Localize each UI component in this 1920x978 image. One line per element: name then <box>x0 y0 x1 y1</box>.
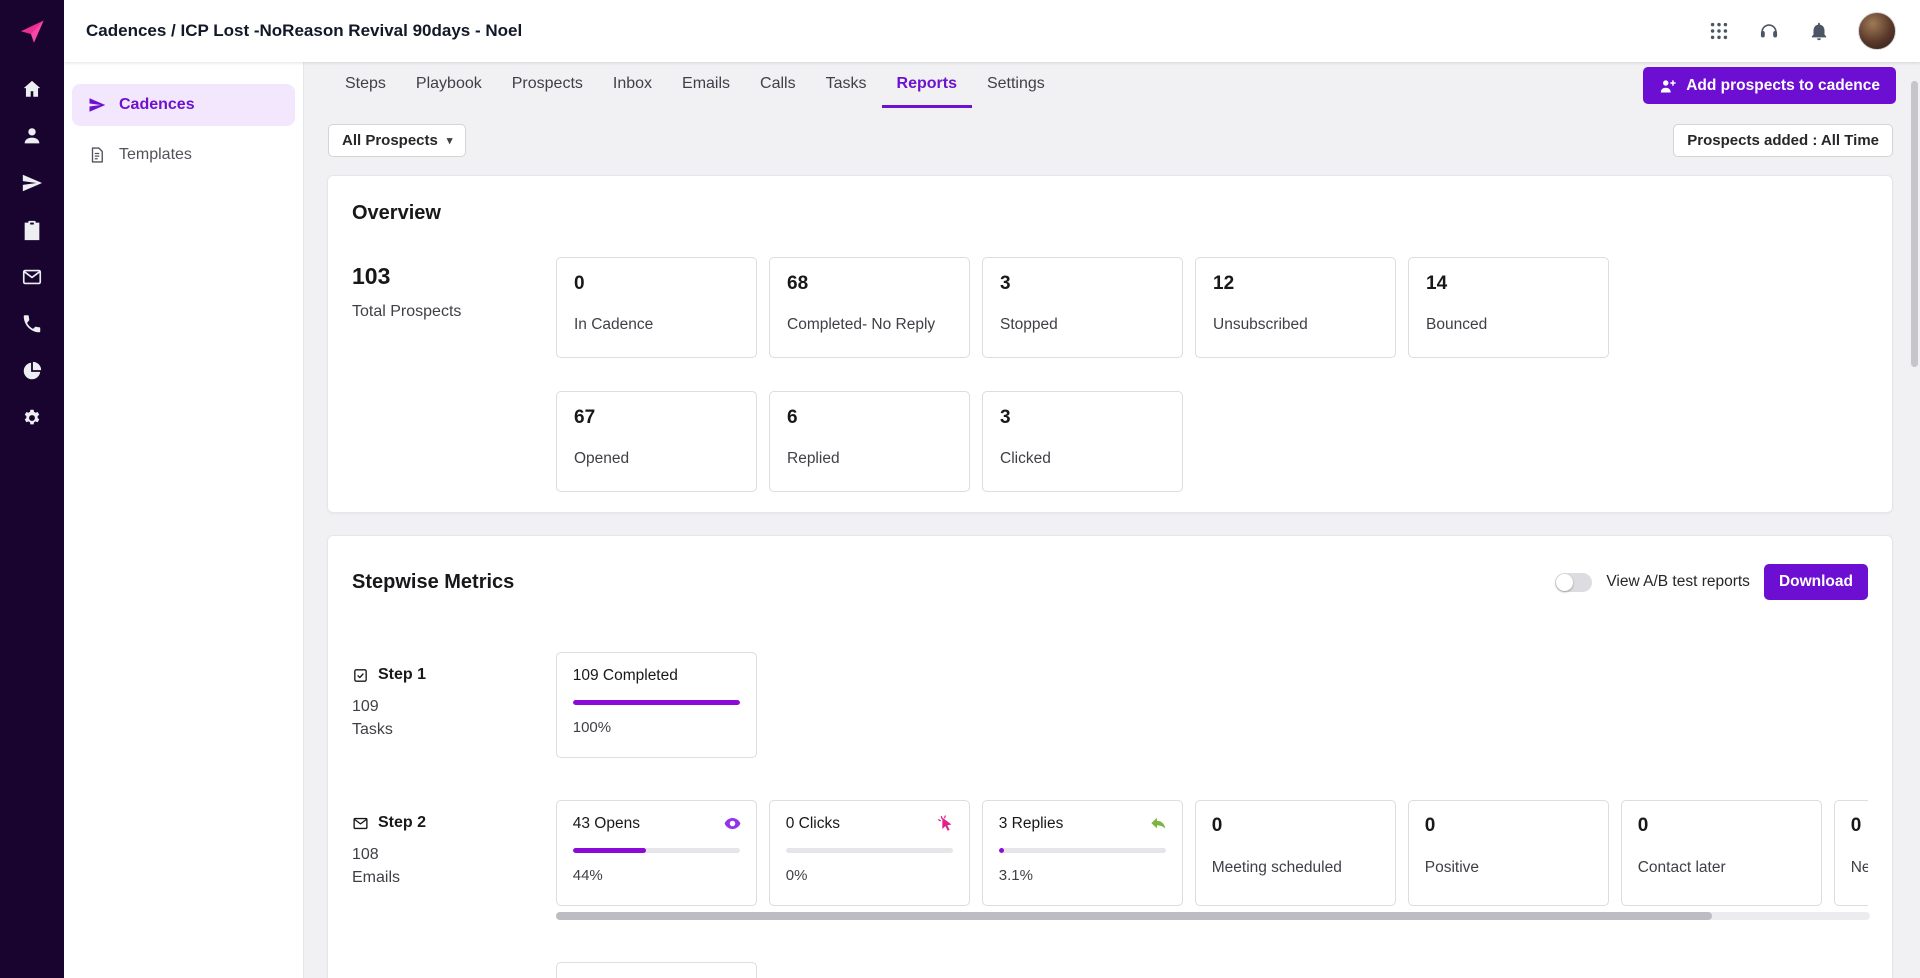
filter-row: All Prospects ▾ Prospects added : All Ti… <box>304 124 1920 157</box>
time-filter-button[interactable]: Prospects added : All Time <box>1673 124 1893 157</box>
tab-calls[interactable]: Calls <box>745 62 811 108</box>
stat-tile-replied: 6 Replied <box>769 391 970 492</box>
step-3-row-partial <box>352 962 1868 978</box>
metrics-horizontal-scrollbar <box>556 912 1870 920</box>
step-2-info: Step 2 108 Emails <box>352 800 556 906</box>
notifications-bell-icon[interactable] <box>1808 20 1830 42</box>
total-prospects-label: Total Prospects <box>352 303 556 321</box>
vertical-scrollbar-thumb[interactable] <box>1911 81 1918 367</box>
stat-tile-stopped: 3 Stopped <box>982 257 1183 358</box>
eye-icon <box>723 814 742 838</box>
step-2-metrics: 43 Opens 44% 0 Clicks 0% 3 Replies 3.1% <box>556 800 1868 906</box>
reports-icon[interactable] <box>21 360 43 382</box>
person-add-icon <box>1659 77 1677 95</box>
progress-bar <box>786 848 953 853</box>
tab-settings[interactable]: Settings <box>972 62 1060 108</box>
partial-metric-card <box>556 962 757 978</box>
calls-icon[interactable] <box>21 313 43 335</box>
reply-icon <box>1149 814 1168 838</box>
progress-bar <box>999 848 1166 853</box>
mail-icon[interactable] <box>21 266 43 288</box>
total-prospects-stat: 103 Total Prospects <box>352 257 556 492</box>
step-1-info: Step 1 109 Tasks <box>352 652 556 758</box>
stat-tile-completed-no-reply: 68 Completed- No Reply <box>769 257 970 358</box>
document-icon <box>88 146 106 164</box>
sidebar-item-cadences[interactable]: Cadences <box>72 84 295 126</box>
headset-icon[interactable] <box>1758 20 1780 42</box>
tab-inbox[interactable]: Inbox <box>598 62 667 108</box>
chevron-down-icon: ▾ <box>447 134 453 147</box>
sidebar-item-templates[interactable]: Templates <box>72 134 295 176</box>
stat-tile-unsubscribed: 12 Unsubscribed <box>1195 257 1396 358</box>
stepwise-metrics-section: Stepwise Metrics View A/B test reports D… <box>327 535 1893 978</box>
tab-tasks[interactable]: Tasks <box>811 62 882 108</box>
metric-card-replies: 3 Replies 3.1% <box>982 800 1183 906</box>
left-rail <box>0 0 64 978</box>
metric-card-meeting-scheduled: 0 Meeting scheduled <box>1195 800 1396 906</box>
task-check-icon <box>352 667 369 684</box>
tab-steps[interactable]: Steps <box>330 62 401 108</box>
stat-tile-opened: 67 Opened <box>556 391 757 492</box>
metric-card-positive: 0 Positive <box>1408 800 1609 906</box>
envelope-icon <box>352 815 369 832</box>
progress-bar <box>573 848 740 853</box>
overview-section: Overview 103 Total Prospects 0 In Cadenc… <box>327 175 1893 513</box>
paper-plane-icon <box>88 96 106 114</box>
step-1-metrics: 109 Completed 100% <box>556 652 1868 758</box>
ab-test-toggle[interactable] <box>1555 573 1592 592</box>
sidebar-item-label: Cadences <box>119 96 195 114</box>
toggle-knob <box>1556 574 1573 591</box>
step-2-row: Step 2 108 Emails 43 Opens 44% 0 Clicks … <box>352 800 1868 906</box>
total-prospects-value: 103 <box>352 263 556 290</box>
progress-bar <box>573 700 740 705</box>
step-1-row: Step 1 109 Tasks 109 Completed 100% <box>352 652 1868 758</box>
tab-prospects[interactable]: Prospects <box>497 62 598 108</box>
user-avatar[interactable] <box>1858 12 1896 50</box>
overview-title: Overview <box>352 202 1868 225</box>
stepwise-title: Stepwise Metrics <box>352 571 514 594</box>
metric-card-contact-later: 0 Contact later <box>1621 800 1822 906</box>
metric-card-opens: 43 Opens 44% <box>556 800 757 906</box>
stat-tile-clicked: 3 Clicked <box>982 391 1183 492</box>
settings-icon[interactable] <box>21 407 43 429</box>
add-prospects-button[interactable]: Add prospects to cadence <box>1643 67 1896 104</box>
horizontal-scrollbar-thumb[interactable] <box>556 912 1712 920</box>
sidebar-item-label: Templates <box>119 146 192 164</box>
logo-icon <box>18 17 46 45</box>
app-logo[interactable] <box>0 0 64 62</box>
ab-test-toggle-label: View A/B test reports <box>1606 573 1750 591</box>
prospect-filter-dropdown[interactable]: All Prospects ▾ <box>328 124 466 157</box>
overview-tiles: 0 In Cadence 68 Completed- No Reply 3 St… <box>556 257 1622 492</box>
metric-card-negative: 0 Neg <box>1834 800 1868 906</box>
tasks-icon[interactable] <box>21 219 43 241</box>
sidebar: Cadences Templates <box>64 62 304 978</box>
topbar: Cadences / ICP Lost -NoReason Revival 90… <box>64 0 1920 62</box>
home-icon[interactable] <box>21 78 43 100</box>
tab-emails[interactable]: Emails <box>667 62 745 108</box>
main-content: Steps Playbook Prospects Inbox Emails Ca… <box>304 62 1920 978</box>
apps-grid-icon[interactable] <box>1708 20 1730 42</box>
tab-playbook[interactable]: Playbook <box>401 62 497 108</box>
download-button[interactable]: Download <box>1764 564 1868 600</box>
metric-card-completed: 109 Completed 100% <box>556 652 757 758</box>
stat-tile-in-cadence: 0 In Cadence <box>556 257 757 358</box>
contacts-icon[interactable] <box>21 125 43 147</box>
cadences-icon[interactable] <box>21 172 43 194</box>
tab-reports[interactable]: Reports <box>882 62 972 108</box>
breadcrumb: Cadences / ICP Lost -NoReason Revival 90… <box>86 21 522 41</box>
stat-tile-bounced: 14 Bounced <box>1408 257 1609 358</box>
metric-card-clicks: 0 Clicks 0% <box>769 800 970 906</box>
cadence-tabs: Steps Playbook Prospects Inbox Emails Ca… <box>304 62 1920 108</box>
click-icon <box>936 814 955 838</box>
